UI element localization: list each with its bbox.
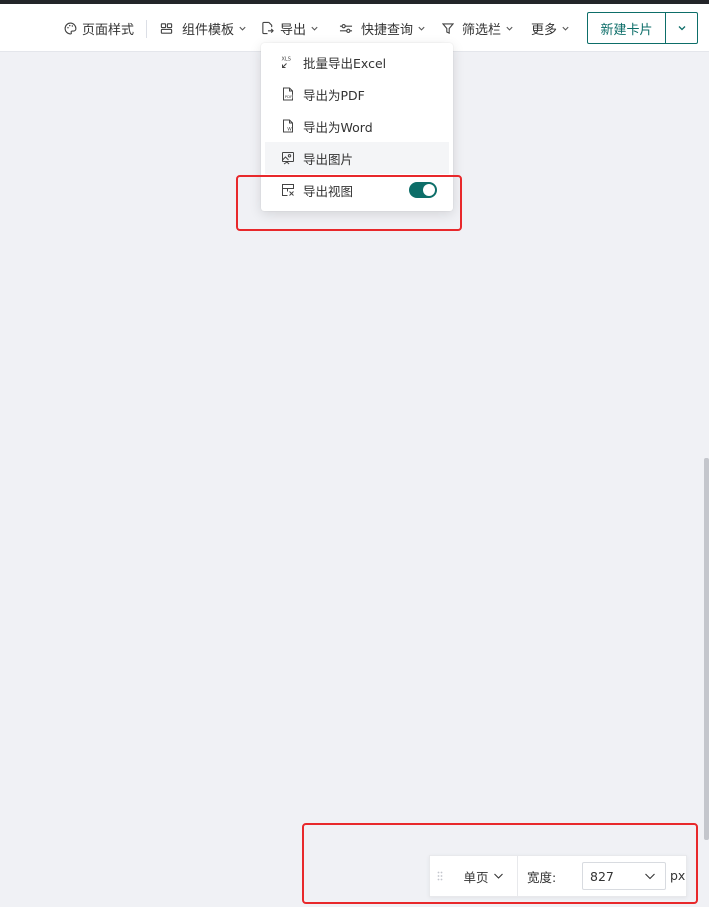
filter-bar-label: 筛选栏 xyxy=(462,22,502,38)
page-mode-label: 单页 xyxy=(463,869,489,885)
more-button[interactable]: 更多 xyxy=(531,4,570,52)
palette-icon xyxy=(64,22,77,35)
chevron-down-icon xyxy=(644,871,656,881)
chevron-down-icon xyxy=(561,24,570,33)
chevron-down-icon xyxy=(505,24,514,33)
vertical-scrollbar[interactable] xyxy=(704,458,709,840)
menu-item-export-image[interactable]: 导出图片 xyxy=(265,142,449,174)
export-view-toggle[interactable] xyxy=(409,182,437,198)
chevron-down-icon xyxy=(493,871,504,881)
more-label: 更多 xyxy=(531,22,558,38)
menu-item-export-word[interactable]: W 导出为Word xyxy=(265,110,449,142)
menu-item-batch-export-excel[interactable]: XLS 批量导出Excel xyxy=(265,46,449,78)
export-file-icon xyxy=(261,21,274,35)
component-template-button[interactable]: 组件模板 xyxy=(160,4,247,52)
page-size-bar: 单页 宽度: 827 px xyxy=(429,855,687,897)
svg-text:PDF: PDF xyxy=(285,94,292,99)
chevron-down-icon xyxy=(238,24,247,33)
chevron-down-icon xyxy=(677,23,687,33)
menu-item-label: 导出图片 xyxy=(303,151,354,167)
new-card-button[interactable]: 新建卡片 xyxy=(588,13,666,43)
chevron-down-icon xyxy=(310,24,319,33)
image-icon xyxy=(281,151,295,165)
drag-handle-icon[interactable] xyxy=(430,856,450,896)
new-card-dropdown-toggle[interactable] xyxy=(666,13,697,43)
view-icon xyxy=(281,183,295,197)
width-value: 827 xyxy=(590,868,614,884)
menu-item-label: 导出视图 xyxy=(303,183,354,199)
word-icon: W xyxy=(281,119,295,133)
toolbar-divider xyxy=(146,20,147,38)
menu-item-label: 导出为PDF xyxy=(303,87,365,103)
component-grid-icon xyxy=(160,22,173,35)
page-style-button[interactable]: 页面样式 xyxy=(64,4,134,52)
export-dropdown-menu: XLS 批量导出Excel PDF 导出为PDF W 导出为Word 导出图片 … xyxy=(261,43,453,211)
width-select[interactable]: 827 xyxy=(582,862,666,890)
page-mode-select[interactable]: 单页 xyxy=(450,856,518,896)
xls-icon: XLS xyxy=(281,55,295,69)
pdf-icon: PDF xyxy=(281,87,295,101)
export-label: 导出 xyxy=(280,22,307,38)
component-template-label: 组件模板 xyxy=(182,22,235,38)
menu-item-export-pdf[interactable]: PDF 导出为PDF xyxy=(265,78,449,110)
svg-text:W: W xyxy=(287,127,292,133)
width-label: 宽度: xyxy=(527,869,557,885)
menu-item-label: 导出为Word xyxy=(303,119,373,135)
quick-query-label: 快捷查询 xyxy=(361,22,414,38)
width-unit: px xyxy=(670,868,686,883)
chevron-down-icon xyxy=(417,24,426,33)
funnel-icon xyxy=(442,22,454,35)
page-style-label: 页面样式 xyxy=(82,22,135,38)
new-card-split-button: 新建卡片 xyxy=(587,12,698,44)
sliders-icon xyxy=(339,22,353,35)
svg-text:XLS: XLS xyxy=(282,57,291,63)
menu-item-label: 批量导出Excel xyxy=(303,55,387,71)
menu-item-export-view[interactable]: 导出视图 xyxy=(265,174,449,206)
